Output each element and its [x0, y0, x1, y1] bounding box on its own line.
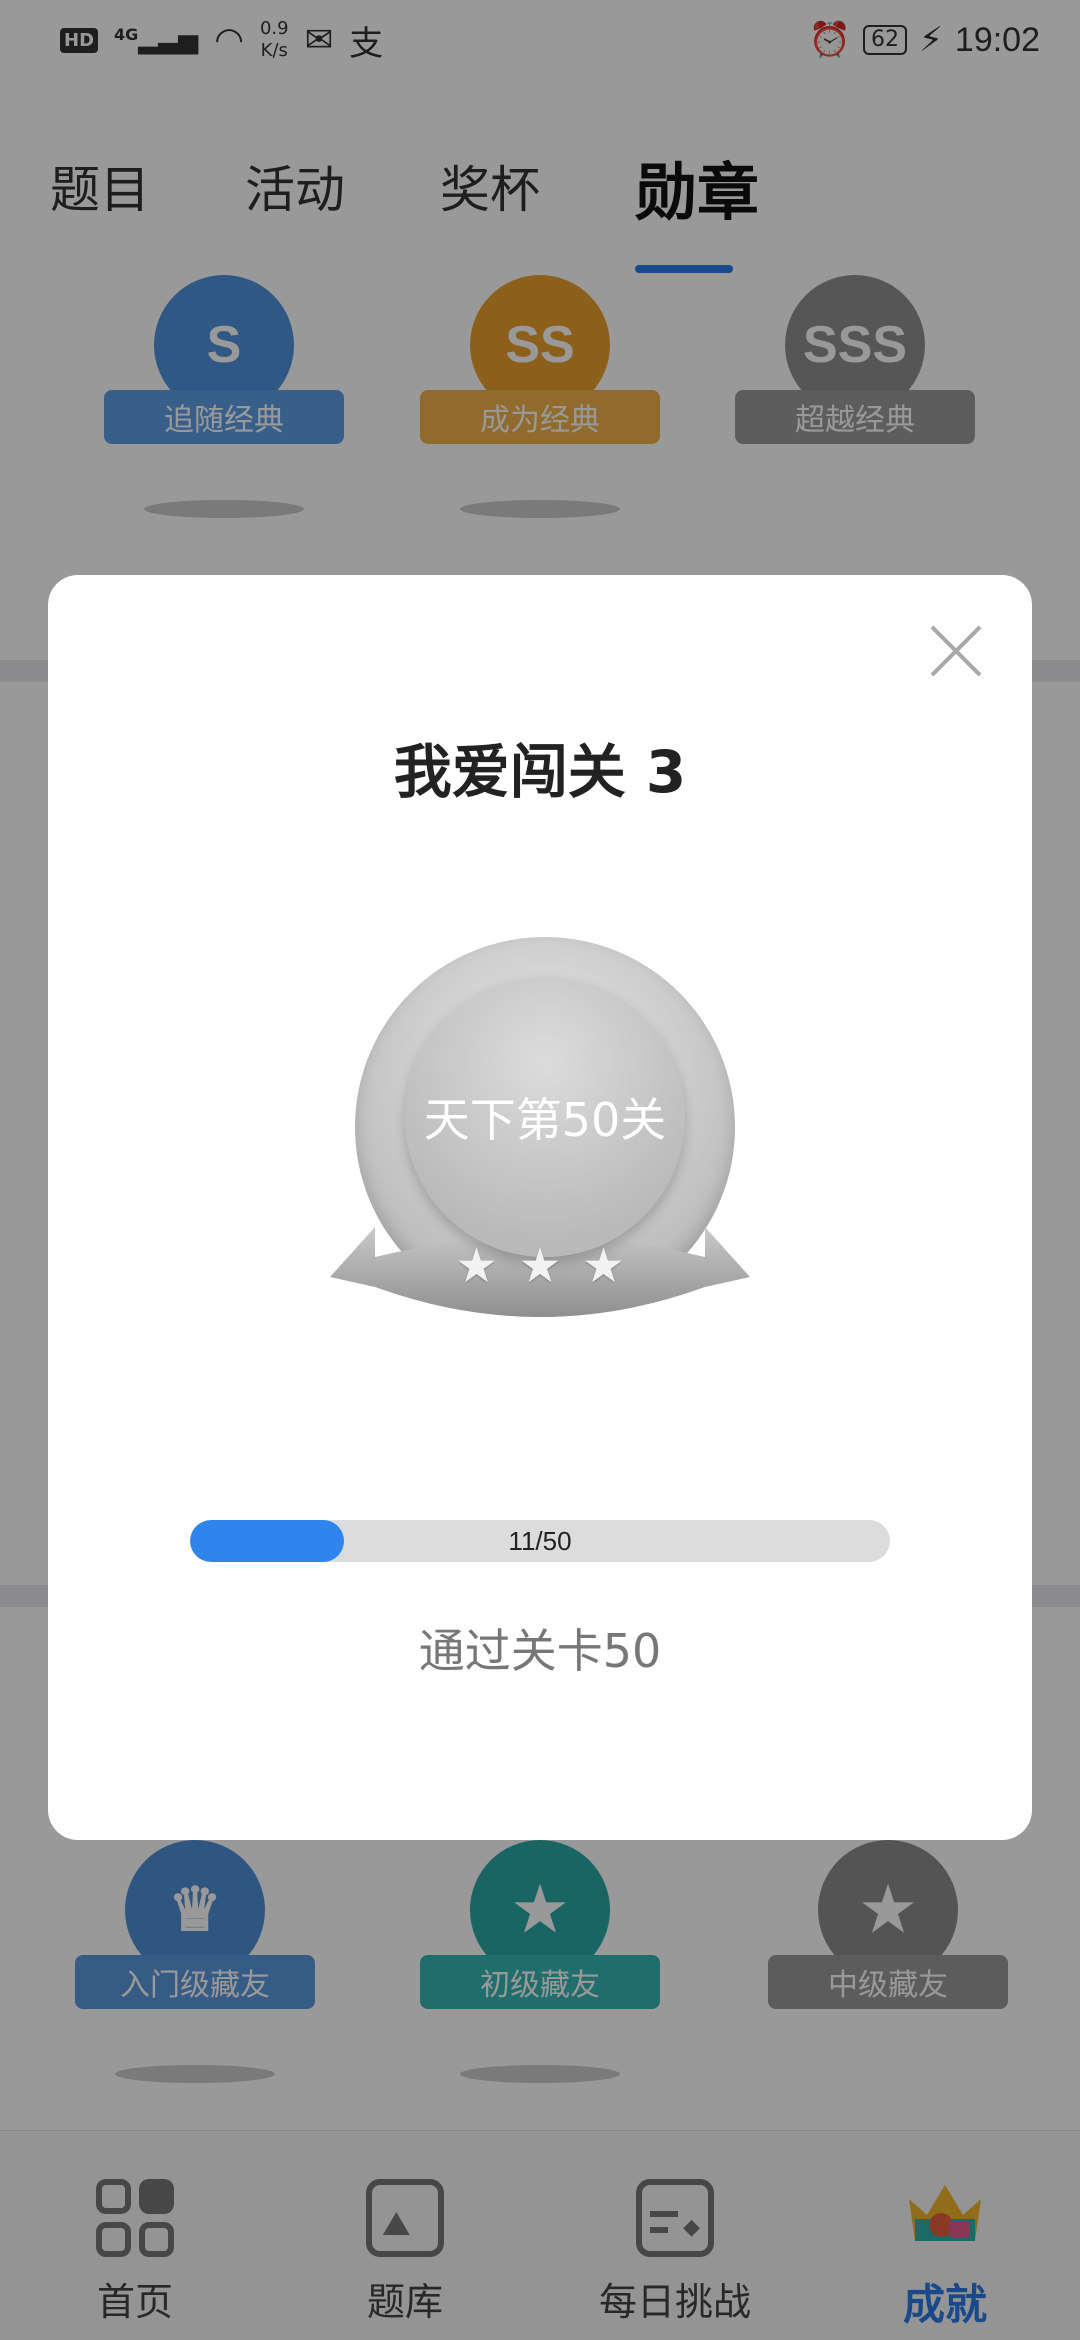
star-icon: ★ — [518, 1238, 562, 1294]
medal-detail-dialog: 我爱闯关 3 天下第50关 ★ ★ ★ 11/50 通过关卡50 — [48, 575, 1032, 1840]
badge-stars: ★ ★ ★ — [455, 1242, 625, 1290]
medal-requirement: 通过关卡50 — [418, 1624, 662, 1678]
progress-text: 11/50 — [508, 1526, 572, 1556]
progress-bar: 11/50 — [190, 1520, 890, 1562]
dialog-title: 我爱闯关 3 — [393, 738, 687, 806]
star-icon: ★ — [581, 1238, 625, 1294]
badge-text: 天下第50关 — [405, 977, 685, 1257]
close-icon[interactable] — [928, 623, 984, 679]
star-icon: ★ — [455, 1238, 499, 1294]
medal-badge: 天下第50关 ★ ★ ★ — [330, 937, 750, 1357]
